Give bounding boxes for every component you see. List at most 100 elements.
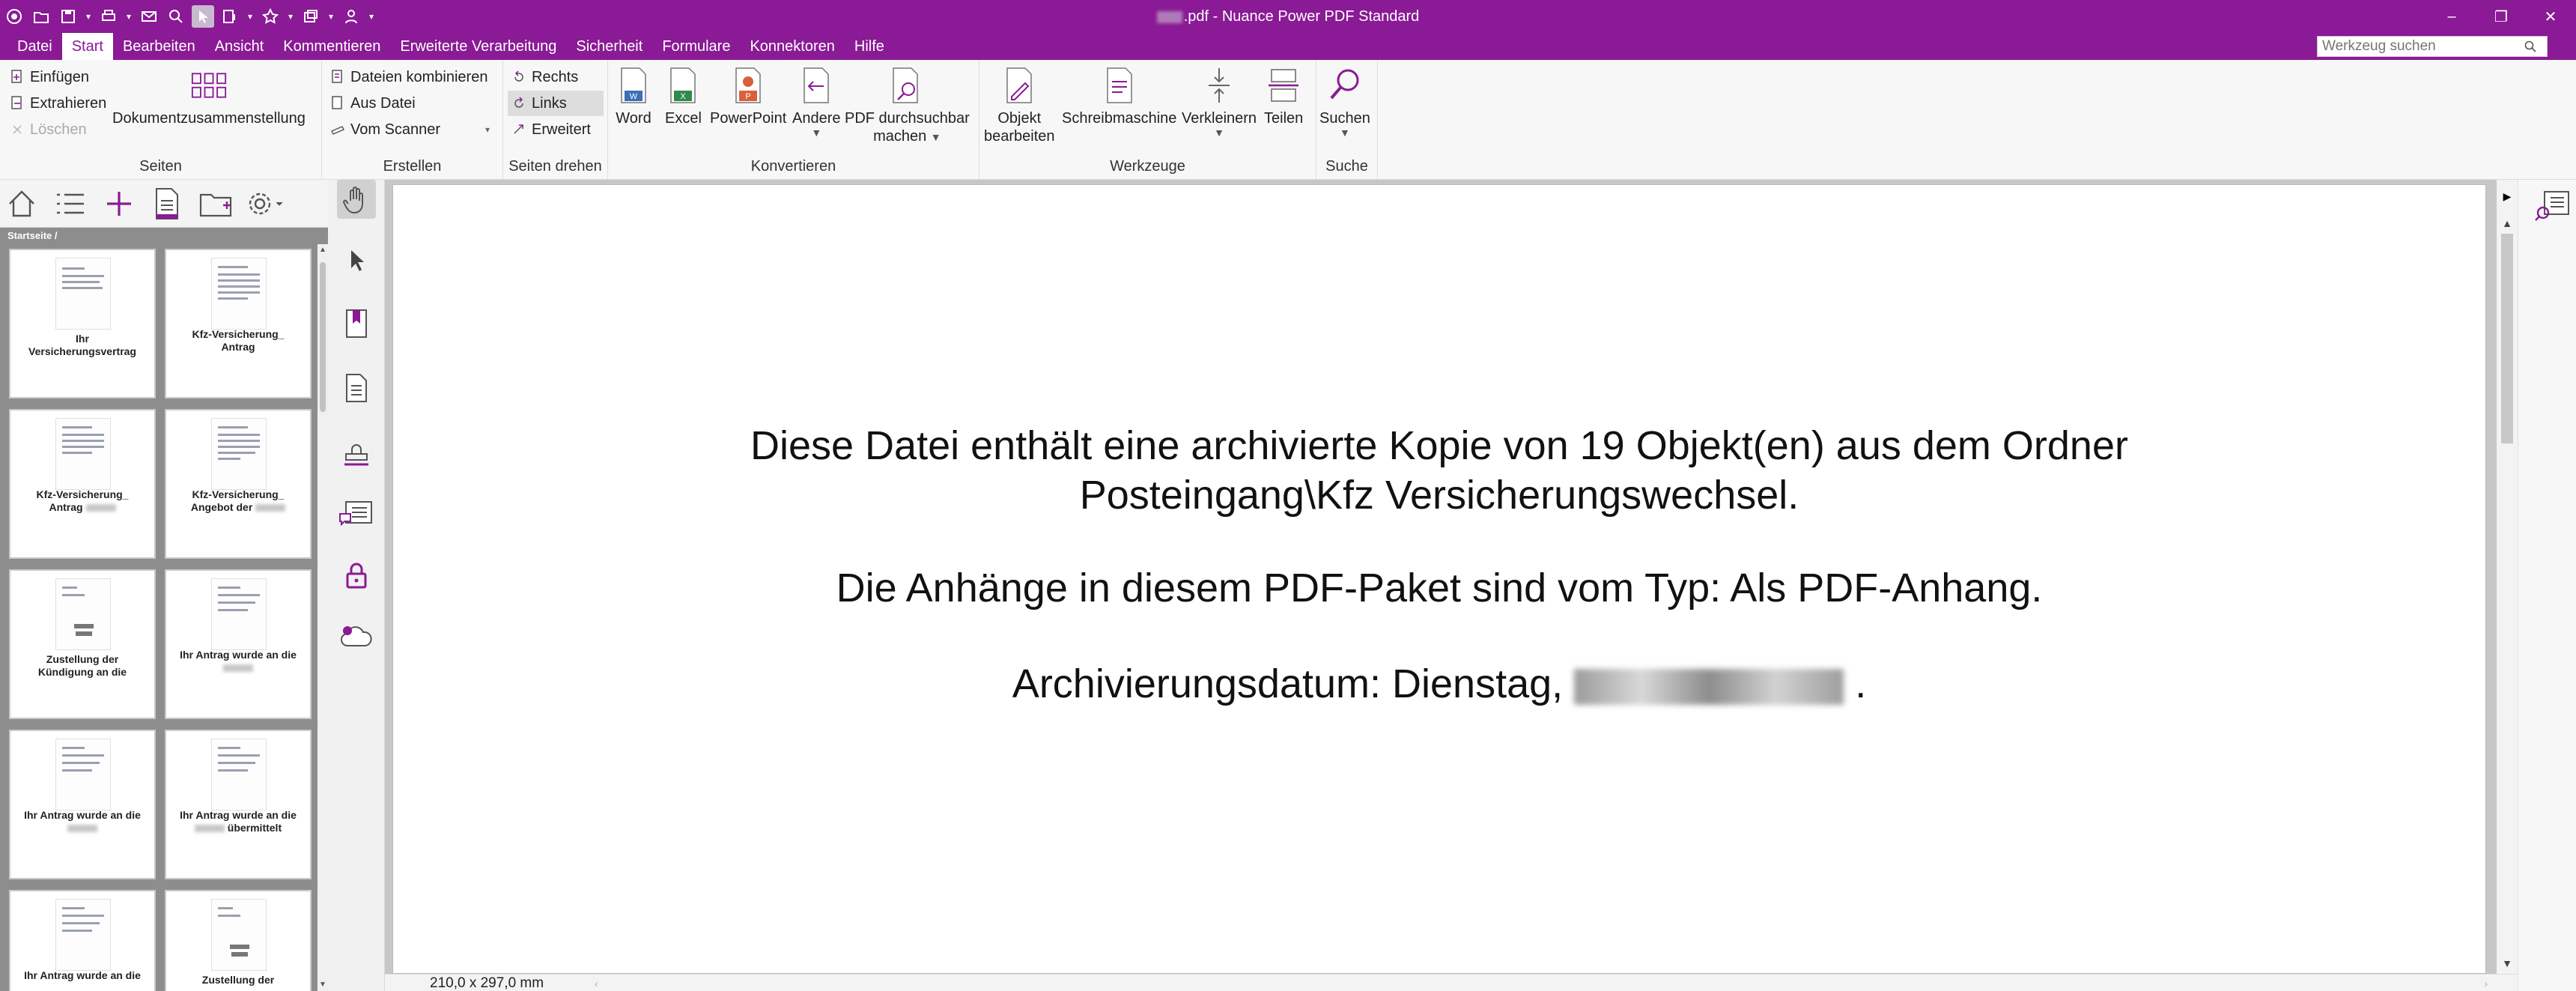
menu-start[interactable]: Start [61,33,113,60]
thumbnail-title: Zustellung der [46,653,119,665]
combine-files-button[interactable]: Dateien kombinieren [329,64,487,90]
menu-konnektoren[interactable]: Konnektoren [740,33,844,60]
menu-bearbeiten[interactable]: Bearbeiten [113,33,205,60]
scanner-icon [329,121,346,138]
breadcrumb[interactable]: Startseite / [0,228,328,244]
menu-formulare[interactable]: Formulare [652,33,740,60]
powerpoint-icon: P [730,64,766,106]
attachment-thumbnail[interactable]: Ihr Antrag wurde an die [9,890,156,991]
other-dropdown-icon[interactable]: ▼ [811,127,821,138]
thumbnail-caption: Ihr Antrag wurde an die [13,809,151,834]
menu-datei[interactable]: Datei [7,33,62,60]
split-button[interactable]: Teilen [1264,64,1303,127]
menu-ansicht[interactable]: Ansicht [205,33,274,60]
edit-object-label-2: bearbeiten [984,128,1055,145]
security-lock-icon[interactable] [337,556,376,595]
group-seiten-drehen: Rechts Links Erweitert Seiten drehen [503,60,608,180]
pdf-page[interactable]: Diese Datei enthält eine archivierte Kop… [392,184,2486,974]
folder-icon[interactable] [196,184,237,223]
signature-stamp-icon[interactable] [337,433,376,472]
page-thumbnails-icon[interactable] [337,369,376,407]
attachment-thumbnail[interactable]: Ihr Antrag wurde an die [9,730,156,879]
search-icon[interactable] [2520,37,2541,56]
extract-pages-label: Extrahieren [30,94,107,112]
comments-list-icon[interactable] [337,494,376,533]
attachment-thumbnail[interactable]: Kfz-Versicherung_ Antrag [165,249,312,398]
attachment-thumbnail[interactable]: Zustellung der [165,890,312,991]
menu-erweiterte-verarbeitung[interactable]: Erweiterte Verarbeitung [390,33,566,60]
attachment-thumbnail[interactable]: Zustellung der Kündigung an die [9,569,156,719]
rotate-left-button[interactable]: Links [508,91,604,116]
rotate-advanced-button[interactable]: Erweitert [511,117,591,142]
typewriter-button[interactable]: Schreibmaschine [1062,64,1176,127]
bookmark-icon[interactable] [337,304,376,343]
convert-excel-button[interactable]: X Excel [665,64,702,127]
extract-pages-button[interactable]: Extrahieren [9,91,106,116]
settings-gear-icon[interactable] [244,184,285,223]
rotate-right-button[interactable]: Rechts [511,64,578,90]
search-tool-label: Suchen [1319,110,1370,127]
shrink-dropdown-icon[interactable]: ▼ [1214,127,1224,138]
from-file-button[interactable]: Aus Datei [329,91,416,116]
thumbnail-title: Kfz-Versicherung_ [192,328,285,340]
panel-expand-arrow-icon[interactable]: ▶ [2501,190,2513,202]
menu-kommentieren[interactable]: Kommentieren [273,33,390,60]
search-tool-dropdown-icon[interactable]: ▼ [1340,127,1350,138]
add-icon[interactable] [99,184,139,223]
properties-panel-icon[interactable] [2533,187,2572,225]
delete-pages-button[interactable]: Löschen [9,117,87,142]
document-icon[interactable] [147,184,187,223]
doc-scrollbar-thumb[interactable] [2501,234,2513,443]
restore-button[interactable]: ❐ [2491,6,2512,27]
scanner-dropdown-icon[interactable]: ▾ [485,117,490,142]
redacted-date [1574,668,1844,705]
hand-tool-icon[interactable] [337,180,376,219]
select-arrow-icon[interactable] [337,241,376,280]
attachment-thumbnail[interactable]: Ihr Antrag wurde an die übermittelt [165,730,312,879]
list-view-icon[interactable] [49,184,90,223]
page-preview [55,899,111,971]
scroll-up-icon[interactable]: ▲ [319,246,326,255]
close-button[interactable]: ✕ [2540,6,2561,27]
scroll-down-icon[interactable]: ▼ [319,981,326,990]
from-scanner-button[interactable]: Vom Scanner [329,117,440,142]
convert-other-label: Andere [792,110,841,127]
minimize-button[interactable]: – [2441,6,2462,27]
edit-object-button[interactable]: Objekt bearbeiten [984,64,1055,145]
searchable-dropdown-icon[interactable]: ▼ [931,131,941,143]
attachment-thumbnail[interactable]: Kfz-Versicherung_ Angebot der [165,409,312,559]
shrink-button[interactable]: Verkleinern ▼ [1182,64,1257,138]
attachment-thumbnail[interactable]: Ihr Antrag wurde an die [165,569,312,719]
scroll-right-icon[interactable]: › [2484,978,2488,990]
tool-search-input[interactable] [2318,37,2520,56]
horizontal-scrollbar[interactable]: ‹ › [595,978,2488,990]
home-icon[interactable] [1,184,42,223]
thumbnail-scrollbar[interactable]: ▲ ▼ [318,244,328,991]
menu-sicherheit[interactable]: Sicherheit [566,33,652,60]
insert-pages-button[interactable]: Einfügen [9,64,89,90]
document-assembly-button[interactable]: Dokumentzusammenstellung [112,64,306,127]
doc-line-3: Die Anhänge in diesem PDF-Paket sind vom… [836,566,2043,610]
doc-line-4: Archivierungsdatum: Dienstag, . [393,660,2485,708]
doc-scroll-up-icon[interactable]: ▲ [2501,217,2513,229]
page-dimensions: 210,0 x 297,0 mm [430,975,544,991]
cloud-icon[interactable] [337,617,376,656]
make-searchable-button[interactable]: PDF durchsuchbar machen ▼ [845,64,970,145]
delete-x-icon [9,121,25,138]
attachment-thumbnail[interactable]: Ihr Versicherungsvertrag [9,249,156,398]
document-viewer[interactable]: Diese Datei enthält eine archivierte Kop… [385,180,2497,974]
group-suche: Suchen ▼ Suche [1316,60,1378,180]
group-label-seiten: Seiten [139,158,182,175]
search-magnifier-icon [1327,64,1363,106]
convert-powerpoint-button[interactable]: P PowerPoint [710,64,786,127]
menu-hilfe[interactable]: Hilfe [845,33,894,60]
attachment-thumbnail[interactable]: Kfz-Versicherung_ Antrag [9,409,156,559]
scroll-left-icon[interactable]: ‹ [595,978,598,990]
word-icon: W [616,64,651,106]
document-scrollbar[interactable]: ▶ ▲ ▼ [2497,180,2518,974]
scrollbar-thumb[interactable] [320,262,326,412]
search-tool-button[interactable]: Suchen ▼ [1319,64,1370,138]
convert-word-button[interactable]: W Word [616,64,651,127]
convert-other-button[interactable]: Andere ▼ [792,64,841,138]
doc-scroll-down-icon[interactable]: ▼ [2501,957,2513,969]
